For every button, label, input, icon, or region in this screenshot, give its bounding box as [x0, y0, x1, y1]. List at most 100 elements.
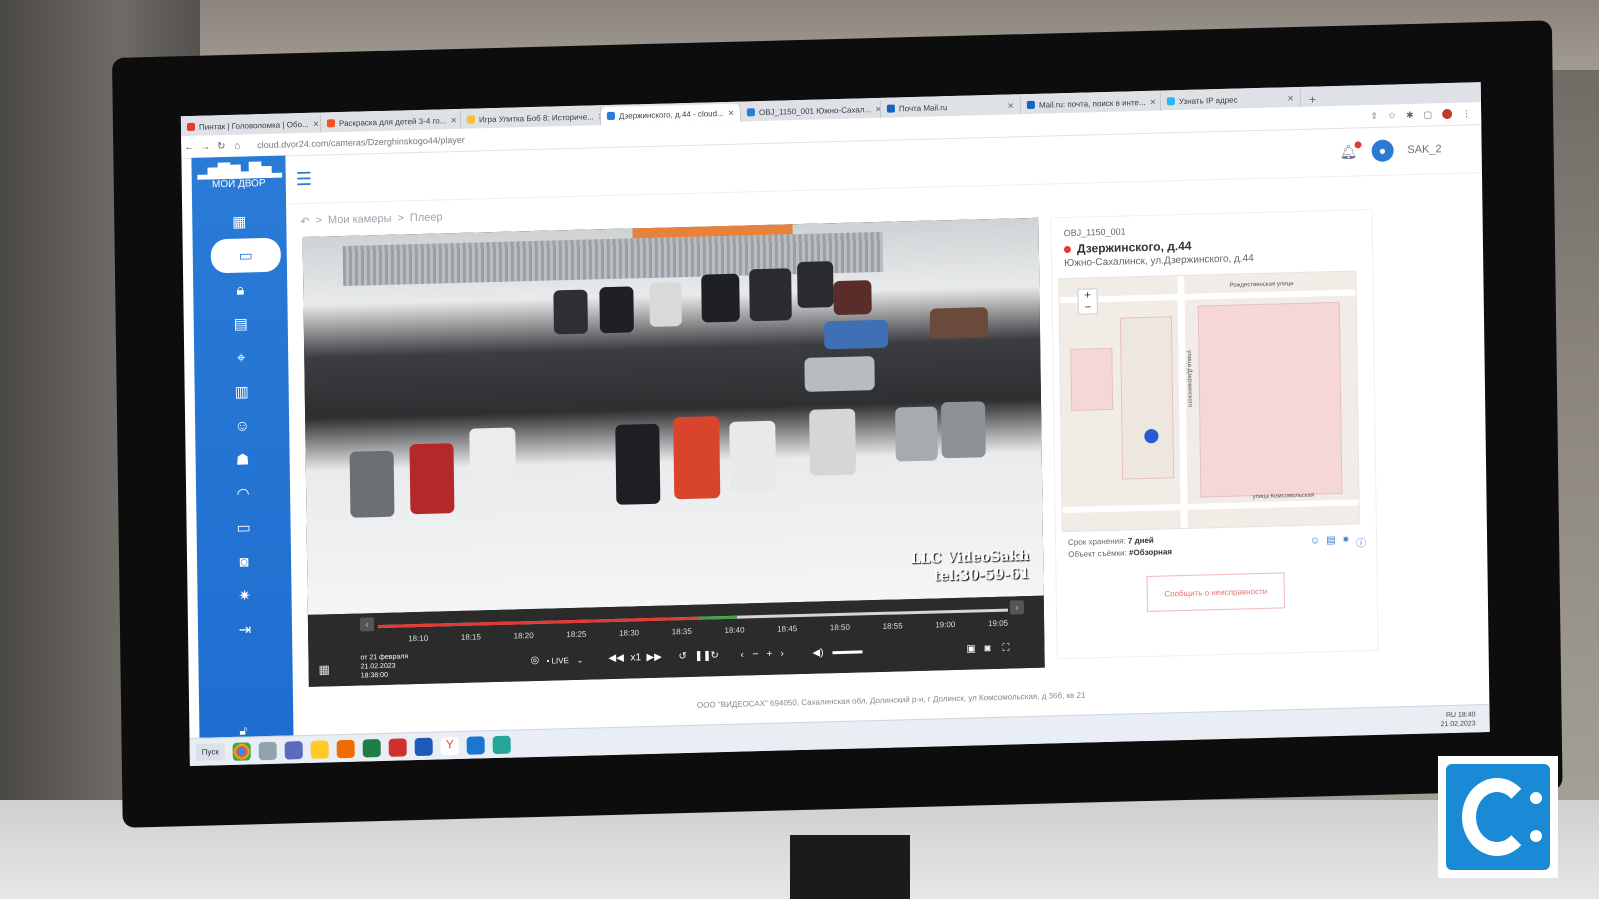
word-icon[interactable]	[414, 737, 433, 756]
chrome-icon[interactable]	[232, 741, 252, 761]
step-back-icon[interactable]: ‹	[740, 650, 743, 661]
home-icon[interactable]: ⌂	[229, 140, 245, 151]
timeline-prev-button[interactable]: ‹	[359, 617, 375, 632]
map-zoom-controls[interactable]: + −	[1077, 288, 1098, 315]
media-icon[interactable]	[336, 739, 355, 758]
pip-icon[interactable]: ▣	[966, 643, 976, 654]
calendar-icon[interactable]: ▦	[318, 662, 330, 676]
sidebar-item-archive[interactable]: ▤	[194, 305, 288, 341]
sidebar-item-access[interactable]: 🔒︎	[193, 271, 287, 307]
info-icon[interactable]: ⓘ	[1356, 534, 1366, 549]
close-icon[interactable]: ✕	[1146, 97, 1157, 106]
excel-icon[interactable]	[362, 738, 381, 757]
live-button[interactable]: • LIVE	[546, 656, 568, 666]
breadcrumb-my-cameras[interactable]: Мои камеры	[328, 213, 392, 228]
sidepanel-icon[interactable]: ▢	[1424, 109, 1433, 120]
tray-date[interactable]: 21.02.2023	[1441, 720, 1476, 728]
profile-avatar[interactable]	[1442, 108, 1453, 119]
app-icon[interactable]	[492, 735, 511, 754]
sidebar-item-groups[interactable]: ☗	[195, 441, 289, 477]
sidebar-item-users[interactable]: ☺	[195, 407, 289, 443]
fast-forward-icon[interactable]: ▶▶	[646, 652, 662, 663]
user-avatar[interactable]: ●	[1371, 139, 1394, 163]
report-malfunction-button[interactable]: Сообщить о неисправности	[1146, 572, 1285, 612]
video-player[interactable]: LLC VideoSakh tel:30-59-61 ‹ › 18:10 18:…	[302, 217, 1045, 687]
tray-language[interactable]: RU	[1446, 711, 1456, 718]
tick-label: 18:40	[724, 625, 745, 636]
tab-title: OBJ_1150_001 Южно-Сахал...	[758, 104, 872, 117]
sidebar-item-logout[interactable]: ⇥	[198, 611, 292, 647]
reload-icon[interactable]: ↻	[213, 140, 229, 152]
target-icon[interactable]: ◎	[530, 655, 539, 666]
close-icon[interactable]: ✕	[724, 108, 735, 117]
new-tab-button[interactable]: +	[1301, 92, 1324, 107]
grid-icon: ▦	[232, 213, 247, 231]
tick-label: 18:20	[513, 631, 534, 641]
sidebar-item-support[interactable]: ◠	[196, 475, 290, 511]
star-icon[interactable]: ☆	[1388, 110, 1396, 121]
ip-icon	[1166, 97, 1175, 106]
pause-icon[interactable]: ❚❚	[694, 650, 711, 661]
snapshot-icon[interactable]: ◙	[984, 643, 990, 654]
chevron-down-icon[interactable]: ⌄	[576, 656, 583, 665]
pdf-icon[interactable]	[388, 737, 407, 757]
explorer-icon[interactable]	[258, 741, 278, 760]
rewind-icon[interactable]: ◀◀	[608, 653, 624, 664]
sidebar-item-dashboard[interactable]: ▦	[192, 203, 286, 239]
notification-badge	[1354, 140, 1362, 148]
settings-icon[interactable]: ✷	[1342, 535, 1351, 550]
notifications-bell-icon[interactable]: 🔔︎	[1339, 140, 1362, 160]
sidebar-item-folders[interactable]: ▭	[196, 509, 290, 545]
map-zoom-out[interactable]: −	[1079, 301, 1097, 313]
start-button[interactable]: Пуск	[195, 743, 226, 761]
extensions-icon[interactable]: ✱	[1406, 109, 1414, 120]
username[interactable]: SAK_2	[1407, 143, 1441, 156]
close-icon[interactable]: ✕	[309, 119, 320, 128]
forward-icon[interactable]: →	[197, 141, 213, 152]
camera-title: Дзержинского, д.44	[1063, 239, 1192, 256]
share-icon[interactable]: ⇪	[1370, 110, 1378, 121]
menu-icon[interactable]: ⋮	[1462, 108, 1471, 119]
map-pin-icon[interactable]: ⬤	[1143, 427, 1159, 444]
speed-value[interactable]: x1	[630, 652, 641, 663]
step-forward-icon[interactable]: ›	[780, 648, 783, 659]
map-zoom-in[interactable]: +	[1078, 289, 1096, 301]
replay-icon[interactable]: ↺	[678, 651, 687, 662]
breadcrumb-separator: >	[315, 214, 323, 227]
hamburger-menu-icon[interactable]: ☰	[296, 168, 312, 189]
antenna-icon: ⌖	[236, 349, 246, 367]
playback-date[interactable]: от 21 февраля 21.02.2023 18:38:00	[360, 652, 408, 680]
flame-icon	[326, 119, 336, 128]
sidebar-item-intercom[interactable]: ⌖	[194, 339, 288, 375]
tick-label: 19:00	[935, 619, 956, 630]
tray-time[interactable]: 18:40	[1458, 711, 1476, 718]
volume-slider[interactable]	[832, 650, 863, 655]
zoom-in-icon[interactable]: +	[766, 649, 772, 660]
fullscreen-icon[interactable]: ⛶	[1002, 643, 1009, 654]
yandex-icon[interactable]: Y	[440, 736, 459, 755]
sidebar-item-cameras[interactable]: ▭	[210, 237, 282, 274]
close-icon[interactable]: ✕	[871, 104, 881, 113]
screen: Пинтак | Головоломка | Обо... ✕ Раскраска…	[180, 82, 1490, 767]
zoom-out-icon[interactable]: −	[752, 649, 758, 660]
back-icon[interactable]: ←	[181, 141, 197, 152]
archive-icon[interactable]: ▤	[1326, 535, 1336, 550]
folder-icon[interactable]	[310, 739, 330, 759]
close-icon[interactable]: ✕	[446, 115, 457, 124]
map-block	[1070, 347, 1114, 411]
logo[interactable]: ▂▅▇▆▃▇▅▂ МОЙ ДВОР	[191, 155, 286, 205]
user-icon[interactable]: ☺	[1310, 535, 1320, 550]
location-map[interactable]: + − ⬤ Рождественская улица улица Комсомо…	[1058, 270, 1360, 533]
volume-icon[interactable]: ◀)	[812, 647, 823, 658]
sidebar-item-snapshots[interactable]: ◙	[197, 543, 291, 579]
sidebar-item-settings[interactable]: ✷	[197, 577, 291, 613]
back-arrow-icon[interactable]: ↶	[300, 215, 309, 228]
timeline-next-button[interactable]: ›	[1009, 600, 1025, 615]
app-icon[interactable]	[284, 740, 304, 760]
sidebar-item-buildings[interactable]: ▥	[194, 373, 288, 409]
close-icon[interactable]: ✕	[1283, 94, 1294, 103]
close-icon[interactable]: ✕	[1003, 101, 1014, 110]
app-icon[interactable]	[466, 735, 485, 755]
url-input[interactable]: cloud.dvor24.com/cameras/Dzerghinskogo44…	[257, 135, 465, 150]
forward-skip-icon[interactable]: ↻	[710, 650, 719, 661]
